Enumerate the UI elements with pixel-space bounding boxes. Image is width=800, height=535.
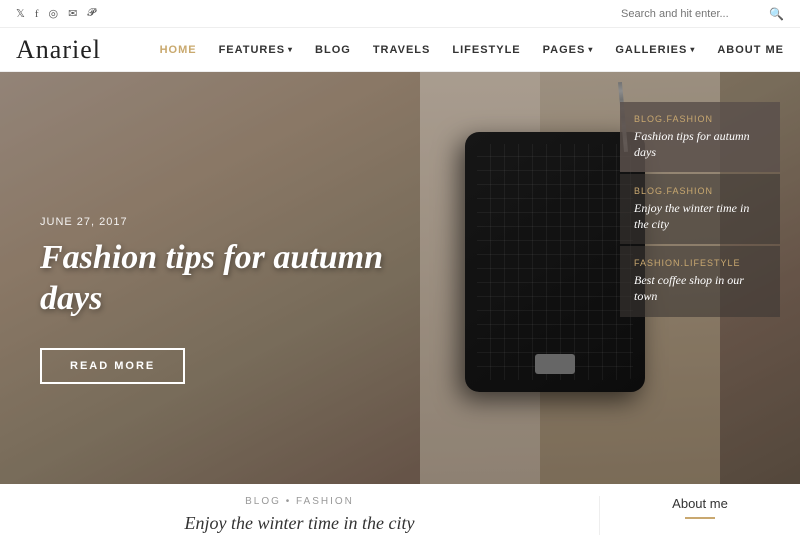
hero-date: JUNE 27, 2017 (40, 216, 400, 228)
sidebar-card-title-2: Best coffee shop in our town (634, 273, 766, 304)
article-title[interactable]: Enjoy the winter time in the city (20, 513, 579, 535)
search-input[interactable] (621, 8, 763, 20)
read-more-button[interactable]: READ MORE (40, 348, 185, 384)
nav-item-features[interactable]: FEATURES ▾ (219, 44, 293, 56)
facebook-icon[interactable]: f (35, 8, 39, 20)
sidebar-card-2[interactable]: FASHION.LIFESTYLE Best coffee shop in ou… (620, 246, 780, 316)
nav-item-galleries[interactable]: GALLERIES ▾ (615, 44, 695, 56)
logo: Anariel (16, 35, 101, 65)
bottom-article-preview: BLOG • FASHION Enjoy the winter time in … (0, 496, 600, 535)
instagram-icon[interactable]: ◎ (49, 7, 59, 20)
social-icons: 𝕏 f ◎ ✉ 𝓟 (16, 7, 95, 20)
main-nav: HOME FEATURES ▾ BLOG TRAVELS LIFESTYLE P… (160, 44, 784, 56)
sidebar-card-0[interactable]: BLOG.FASHION Fashion tips for autumn day… (620, 102, 780, 172)
sidebar-card-1[interactable]: BLOG.FASHION Enjoy the winter time in th… (620, 174, 780, 244)
sidebar-card-category-1: BLOG.FASHION (634, 186, 766, 196)
search-bar: 🔍 (621, 7, 784, 21)
nav-item-lifestyle[interactable]: LIFESTYLE (452, 44, 520, 56)
hero-sidebar: BLOG.FASHION Fashion tips for autumn day… (620, 102, 780, 317)
sidebar-card-category-2: FASHION.LIFESTYLE (634, 258, 766, 268)
nav-item-pages[interactable]: PAGES ▾ (543, 44, 594, 56)
sidebar-card-title-0: Fashion tips for autumn days (634, 129, 766, 160)
hero-content: JUNE 27, 2017 Fashion tips for autumn da… (40, 216, 400, 384)
hero-section: JUNE 27, 2017 Fashion tips for autumn da… (0, 72, 800, 484)
twitter-icon[interactable]: 𝕏 (16, 7, 25, 20)
hero-title: Fashion tips for autumn days (40, 238, 400, 320)
search-button[interactable]: 🔍 (769, 7, 784, 21)
bottom-section: BLOG • FASHION Enjoy the winter time in … (0, 484, 800, 530)
about-me-label: About me (620, 496, 780, 511)
chevron-down-icon: ▾ (690, 45, 695, 54)
article-category: BLOG • FASHION (20, 496, 579, 507)
email-icon[interactable]: ✉ (68, 7, 77, 20)
nav-item-about[interactable]: ABOUT ME (717, 44, 784, 56)
sidebar-card-title-1: Enjoy the winter time in the city (634, 201, 766, 232)
header: Anariel HOME FEATURES ▾ BLOG TRAVELS LIF… (0, 28, 800, 72)
nav-item-travels[interactable]: TRAVELS (373, 44, 431, 56)
sidebar-card-category-0: BLOG.FASHION (634, 114, 766, 124)
top-bar: 𝕏 f ◎ ✉ 𝓟 🔍 (0, 0, 800, 28)
about-divider (685, 517, 715, 519)
about-me-section: About me (600, 496, 800, 519)
nav-item-home[interactable]: HOME (160, 44, 197, 56)
nav-item-blog[interactable]: BLOG (315, 44, 351, 56)
chevron-down-icon: ▾ (288, 45, 293, 54)
pinterest-icon[interactable]: 𝓟 (87, 7, 95, 20)
chevron-down-icon: ▾ (588, 45, 593, 54)
